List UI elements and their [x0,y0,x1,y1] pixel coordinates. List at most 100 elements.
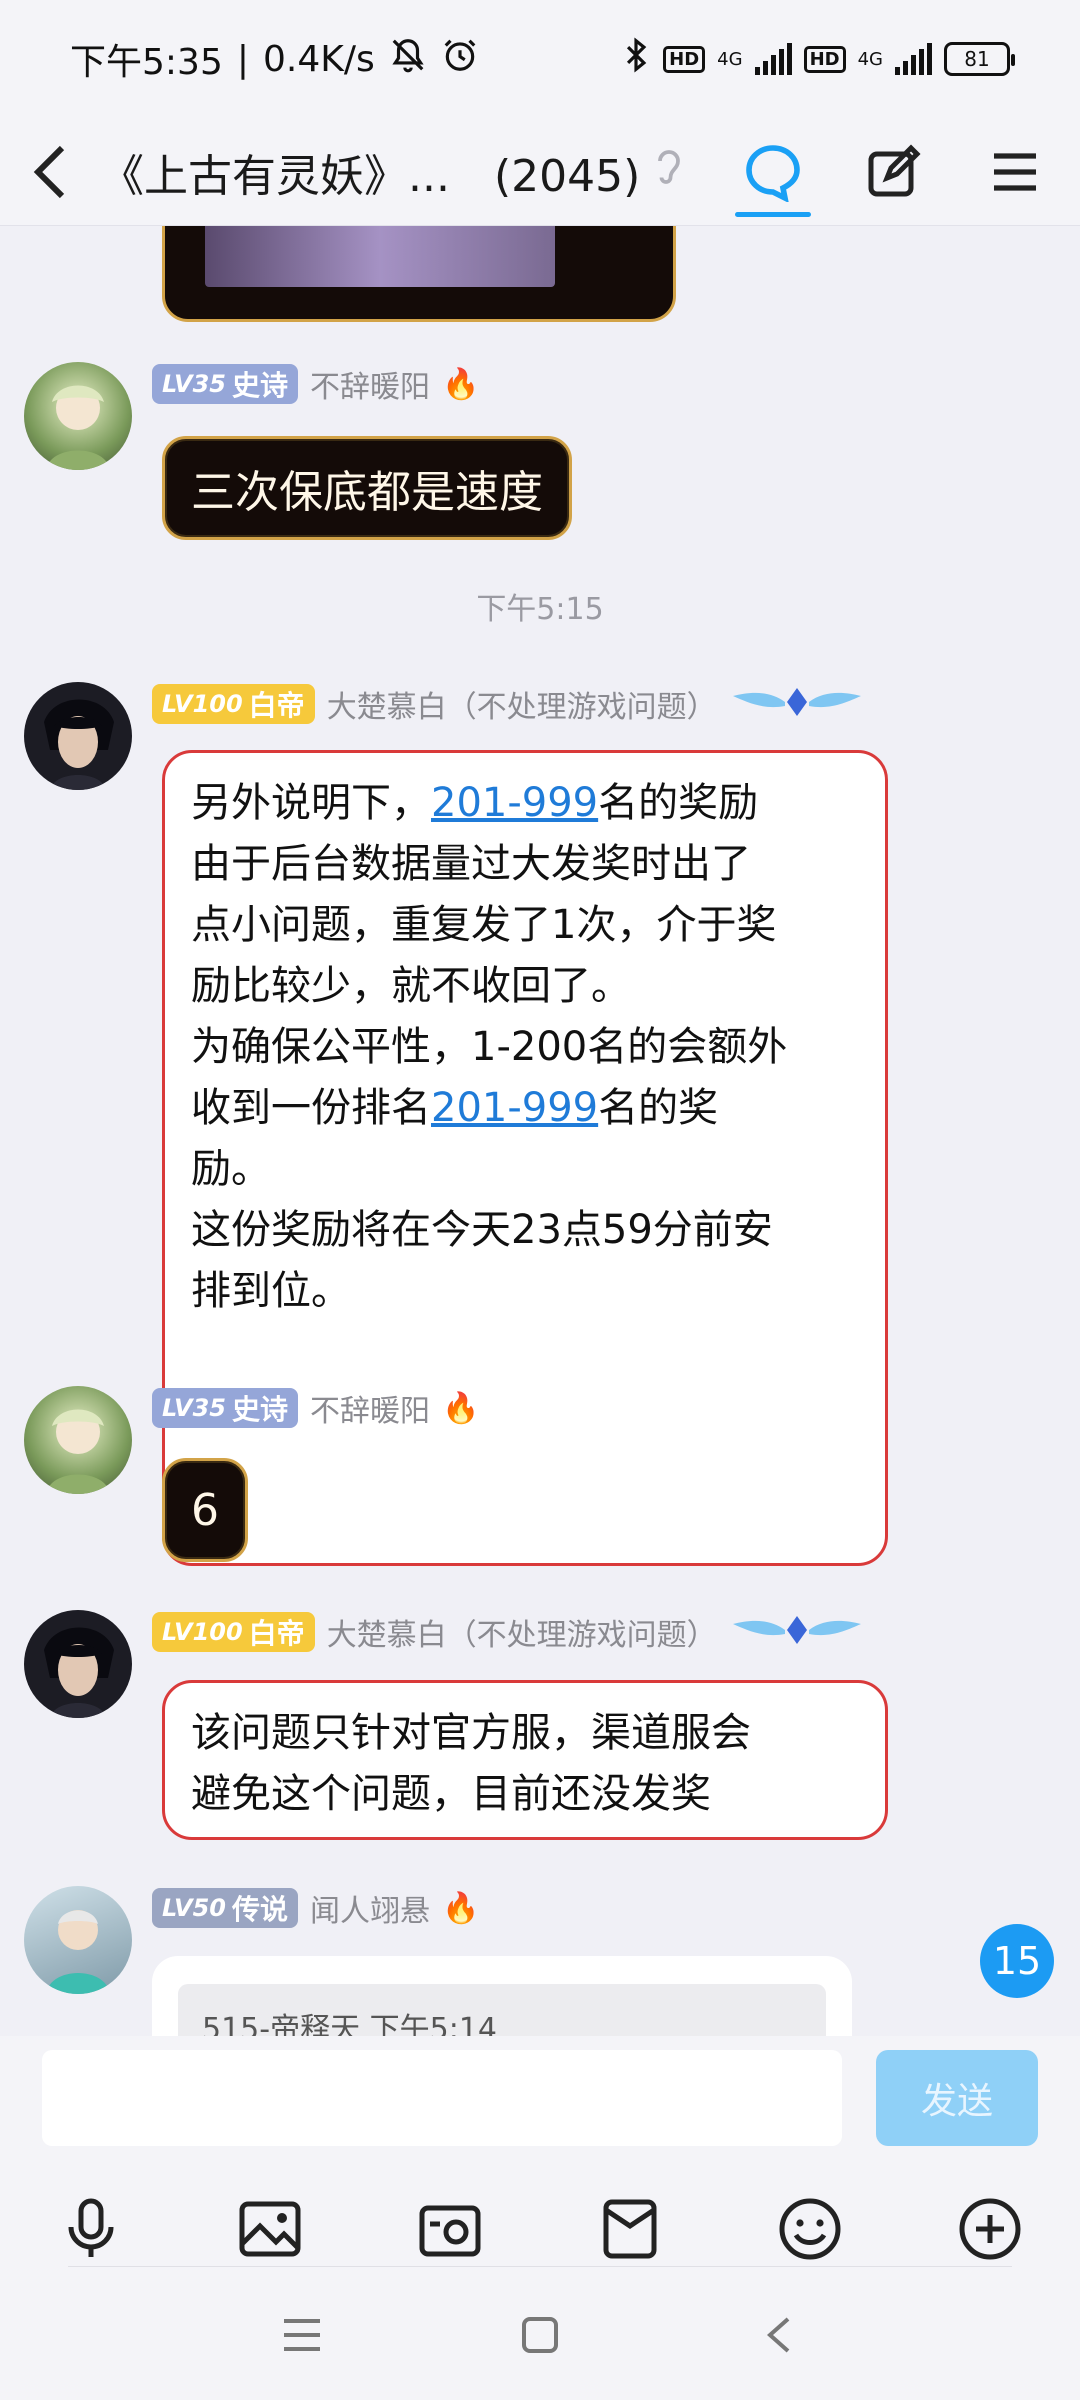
level-badge: LV100 白帝 [152,684,315,724]
chat-bubble-icon [746,145,800,202]
message-meta: LV100 白帝 大楚慕白（不处理游戏问题） [152,682,865,726]
microphone-icon [68,2198,114,2257]
image-thumbnail [205,226,555,287]
nav-back-button[interactable] [738,2300,818,2370]
chevron-left-icon [766,2317,790,2353]
nav-recents-button[interactable] [262,2300,342,2370]
red-packet-icon [603,2199,657,2259]
message-meta: LV50 传说 闻人翊悬 🔥 [152,1886,479,1930]
message-link[interactable]: 201-999 [431,780,598,826]
message-bubble[interactable]: 另外说明下，201-999名的奖励 由于后台数据量过大发奖时出了 点小问题，重复… [162,750,888,1566]
hd-badge: HD [663,45,706,73]
red-packet-button[interactable] [585,2184,675,2274]
back-button[interactable] [0,118,100,226]
hd-badge-2: HD [803,45,846,73]
flame-icon: 🔥 [441,366,480,402]
voice-button[interactable] [46,2184,136,2274]
message-text: 6 [191,1484,219,1536]
image-message[interactable] [162,226,676,322]
message-line: 另外说明下，201-999名的奖励 [191,780,759,826]
chat-message-list[interactable]: LV35 史诗 不辞暖阳 🔥 三次保底都是速度 下午5:15 LV100 白帝 大楚… [0,226,1080,2036]
wing-badge-icon [729,1610,865,1654]
mute-bell-icon [389,36,427,83]
avatar[interactable] [24,362,132,470]
nav-home-button[interactable] [500,2300,580,2370]
edit-icon [868,144,921,197]
message-bubble[interactable]: 三次保底都是速度 [162,436,572,540]
edit-button[interactable] [848,118,938,226]
status-right: HD 4G HD 4G 81 [621,36,1015,83]
alarm-icon [441,36,479,83]
sender-name[interactable]: 不辞暖阳 [310,362,430,406]
message-bubble[interactable]: 该问题只针对官方服，渠道服会 避免这个问题，目前还没发奖 [162,1680,888,1840]
sender-name[interactable]: 闻人翊悬 [310,1886,430,1930]
hamburger-menu-icon [994,153,1036,191]
plus-circle-icon [959,2198,1021,2260]
ear-icon [654,146,684,197]
message-line: 避免这个问题，目前还没发奖 [191,1771,711,1817]
message-meta: LV100 白帝 大楚慕白（不处理游戏问题） [152,1610,865,1654]
quoted-message-text: 515-帝释天 下午5:14 [202,2012,497,2036]
message-line: 点小问题，重复发了1次，介于奖 [191,902,777,948]
message-bubble[interactable]: 6 [162,1458,248,1562]
avatar[interactable] [24,1386,132,1494]
send-button[interactable]: 发送 [876,2050,1038,2146]
network-type: 4G [717,48,743,70]
status-bar: 下午5:35 | 0.4K/s HD 4G HD 4G 81 [0,0,1080,118]
flame-icon: 🔥 [441,1890,480,1926]
sender-name[interactable]: 不辞暖阳 [310,1386,430,1430]
status-time: 下午5:35 [70,42,223,83]
message-line: 收到一份排名201-999名的奖 [191,1085,719,1131]
message-line: 励。 [191,1146,271,1192]
image-icon [239,2201,301,2257]
avatar[interactable] [24,682,132,790]
wing-badge-icon [729,682,865,726]
time-separator: 下午5:15 [476,592,604,627]
divider [68,2266,1012,2267]
message-line: 励比较少，就不收回了。 [191,963,631,1009]
reply-message-card[interactable]: 515-帝释天 下午5:14 [152,1956,852,2036]
avatar[interactable] [24,1886,132,1994]
message-meta: LV35 史诗 不辞暖阳 🔥 [152,362,479,406]
quoted-message[interactable]: 515-帝释天 下午5:14 [178,1984,826,2036]
menu-button[interactable] [970,118,1060,226]
battery-icon: 81 [944,42,1015,76]
chat-tab-button[interactable] [728,118,818,226]
more-button[interactable] [945,2184,1035,2274]
message-meta: LV35 史诗 不辞暖阳 🔥 [152,1386,479,1430]
signal-icon-2 [895,43,932,75]
message-input[interactable] [42,2050,842,2146]
network-type-2: 4G [857,48,883,70]
emoji-button[interactable] [765,2184,855,2274]
avatar[interactable] [24,1610,132,1718]
sender-name[interactable]: 大楚慕白（不处理游戏问题） [327,682,717,726]
level-badge: LV35 史诗 [152,1388,298,1428]
chat-title[interactable]: 《上古有灵妖》... (2045) [100,140,640,204]
menu-lines-icon [284,2319,320,2351]
level-badge: LV100 白帝 [152,1612,315,1652]
camera-button[interactable] [405,2184,495,2274]
chat-header: 《上古有灵妖》... (2045) [0,118,1080,226]
system-nav-bar [0,2270,1080,2400]
square-icon [522,2317,558,2353]
message-link[interactable]: 201-999 [431,1085,598,1131]
chevron-left-icon [33,145,65,198]
network-speed: 0.4K/s [262,38,375,80]
message-line: 为确保公平性，1-200名的会额外 [191,1024,788,1070]
level-badge: LV35 史诗 [152,364,298,404]
status-separator: | [236,38,249,80]
active-tab-indicator [735,212,811,217]
image-button[interactable] [225,2184,315,2274]
message-line: 排到位。 [191,1268,351,1314]
sender-name[interactable]: 大楚慕白（不处理游戏问题） [327,1610,717,1654]
flame-icon: 🔥 [441,1390,480,1426]
message-line: 这份奖励将在今天23点59分前安 [191,1207,773,1253]
message-line: 由于后台数据量过大发奖时出了 [191,841,751,887]
bluetooth-icon [621,36,651,83]
unread-count-badge[interactable]: 15 [980,1924,1054,1998]
signal-icon [754,43,792,75]
message-line: 该问题只针对官方服，渠道服会 [191,1710,751,1756]
message-text: 三次保底都是速度 [191,467,543,518]
level-badge: LV50 传说 [152,1888,298,1928]
smiley-icon [779,2198,841,2260]
